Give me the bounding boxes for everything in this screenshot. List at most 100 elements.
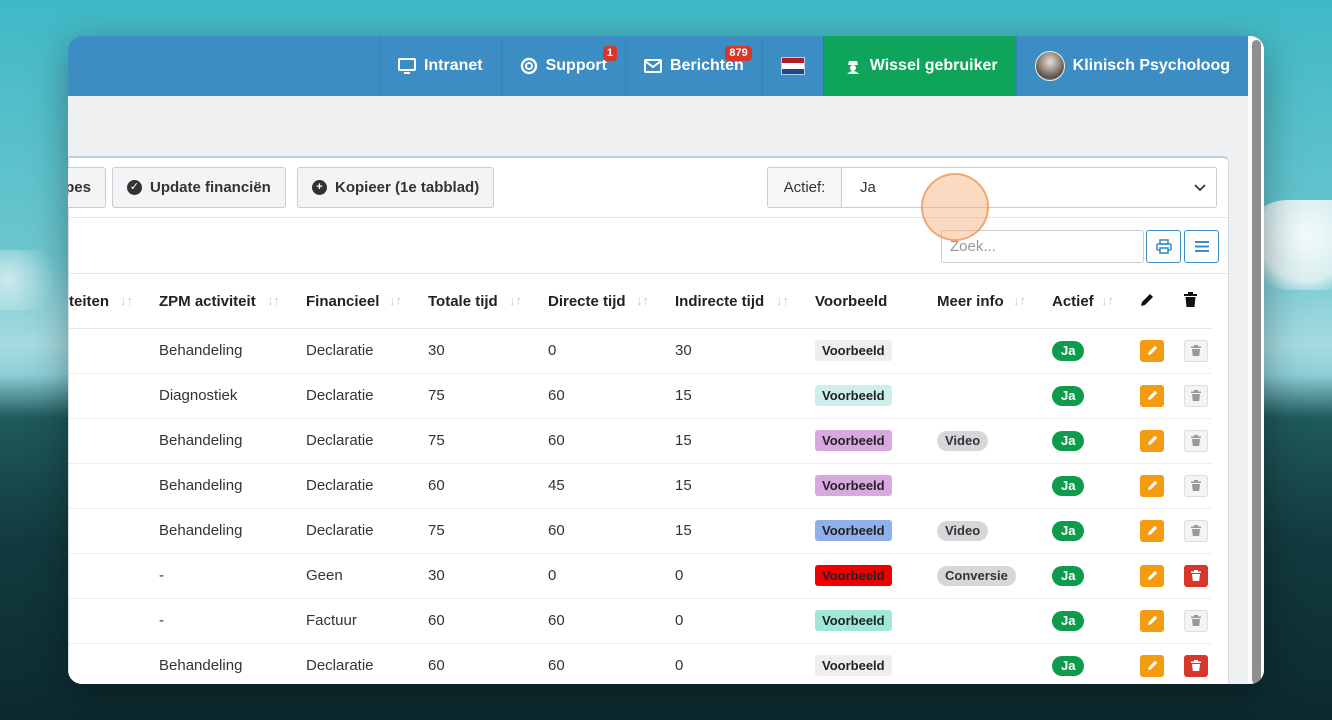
delete-button[interactable]: [1184, 474, 1208, 497]
groups-button[interactable]: pes: [68, 167, 106, 208]
col-header[interactable]: Financieel ↓↑: [292, 276, 414, 329]
table-row[interactable]: Diagnostiek Declaratie 75 60 15 Voorbeel…: [69, 373, 1212, 419]
col-header[interactable]: Meer info ↓↑: [923, 276, 1038, 329]
delete-button[interactable]: [1184, 654, 1208, 677]
edit-button[interactable]: [1140, 384, 1164, 407]
toolbar: pes ✓ Update financiën + Kopieer (1e tab…: [68, 158, 1228, 218]
update-financien-button[interactable]: ✓ Update financiën: [112, 167, 286, 208]
cell-actief: Ja: [1038, 598, 1126, 644]
trash-icon: [1191, 345, 1201, 356]
delete-button[interactable]: [1184, 429, 1208, 452]
cell-edit: [1126, 553, 1172, 599]
pencil-icon: [1147, 480, 1157, 490]
table-header-row: teiten ↓↑ ZPM activiteit ↓↑ Financieel ↓↑ T…: [69, 276, 1212, 329]
col-header-label: Meer info: [937, 293, 1004, 311]
col-header[interactable]: teiten ↓↑: [69, 276, 145, 329]
cell-actief: Ja: [1038, 643, 1126, 684]
col-header[interactable]: Actief ↓↑: [1038, 276, 1126, 329]
cell-totale-tijd: 75: [414, 508, 534, 554]
sort-icon: ↓↑: [776, 293, 789, 309]
edit-button[interactable]: [1140, 564, 1164, 587]
cell-directe-tijd: 60: [534, 373, 661, 419]
edit-button[interactable]: [1140, 519, 1164, 542]
nav-wissel-gebruiker[interactable]: Wissel gebruiker: [822, 36, 1016, 96]
pencil-icon: [1147, 570, 1157, 580]
cell-activiteiten: [69, 463, 145, 509]
col-header-label: Actief: [1052, 293, 1094, 311]
cell-delete: [1172, 373, 1212, 419]
sort-icon: ↓↑: [1101, 293, 1114, 309]
table-row[interactable]: Behandeling Declaratie 75 60 15 Voorbeel…: [69, 508, 1212, 554]
col-header-label: Financieel: [306, 293, 380, 311]
col-header[interactable]: Directe tijd ↓↑: [534, 276, 661, 329]
table-row[interactable]: - Factuur 60 60 0 Voorbeeld Ja: [69, 598, 1212, 644]
actief-badge: Ja: [1052, 385, 1085, 406]
nav-user-menu[interactable]: Klinisch Psycholoog: [1015, 36, 1248, 96]
plus-circle-icon: +: [312, 180, 327, 195]
cell-edit: [1126, 463, 1172, 509]
table-row[interactable]: Behandeling Declaratie 75 60 15 Voorbeel…: [69, 418, 1212, 464]
meer-info-pill[interactable]: Conversie: [937, 565, 1016, 586]
table-row[interactable]: Behandeling Declaratie 60 45 15 Voorbeel…: [69, 463, 1212, 509]
nav-intranet-label: Intranet: [423, 57, 483, 74]
edit-button[interactable]: [1140, 609, 1164, 632]
meer-info-pill[interactable]: Video: [937, 430, 989, 451]
cell-indirecte-tijd: 30: [661, 328, 801, 374]
voorbeeld-tag: Voorbeeld: [815, 475, 892, 496]
print-button[interactable]: [1146, 230, 1181, 263]
nav-support[interactable]: Support 1: [500, 36, 625, 96]
nav-berichten[interactable]: Berichten 879: [624, 36, 762, 96]
actief-select[interactable]: Ja: [842, 168, 1216, 207]
pencil-icon: [1147, 345, 1157, 355]
table-row[interactable]: Behandeling Declaratie 30 0 30 Voorbeeld…: [69, 328, 1212, 374]
columns-menu-button[interactable]: [1184, 230, 1219, 263]
cell-activiteiten: [69, 418, 145, 464]
scrollbar-thumb[interactable]: [1252, 40, 1261, 684]
col-header[interactable]: Totale tijd ↓↑: [414, 276, 534, 329]
delete-button[interactable]: [1184, 519, 1208, 542]
col-header[interactable]: ZPM activiteit ↓↑: [145, 276, 292, 329]
table-row[interactable]: Behandeling Declaratie 60 60 0 Voorbeeld…: [69, 643, 1212, 684]
pencil-icon: [1147, 390, 1157, 400]
edit-button[interactable]: [1140, 474, 1164, 497]
delete-button[interactable]: [1184, 339, 1208, 362]
update-financien-label: Update financiën: [150, 179, 271, 196]
cell-activiteiten: [69, 598, 145, 644]
kopieer-button[interactable]: + Kopieer (1e tabblad): [297, 167, 495, 208]
trash-icon: [1191, 570, 1201, 581]
edit-button[interactable]: [1140, 654, 1164, 677]
nav-intranet[interactable]: Intranet: [378, 36, 501, 96]
actief-select-value: Ja: [860, 179, 876, 196]
menu-icon: [1194, 241, 1209, 252]
language-flag[interactable]: [761, 36, 823, 96]
search-input[interactable]: Zoek...: [941, 230, 1144, 263]
delete-button[interactable]: [1184, 384, 1208, 407]
nav-support-label: Support: [545, 57, 607, 74]
delete-button[interactable]: [1184, 609, 1208, 632]
delete-button[interactable]: [1184, 564, 1208, 587]
scrollbar[interactable]: [1248, 36, 1264, 684]
meer-info-pill[interactable]: Video: [937, 520, 989, 541]
actief-badge: Ja: [1052, 430, 1085, 451]
envelope-icon: [643, 59, 662, 73]
sort-icon: ↓↑: [509, 293, 522, 309]
cell-directe-tijd: 45: [534, 463, 661, 509]
col-header-label: Indirecte tijd: [675, 293, 765, 311]
nav-wissel-label: Wissel gebruiker: [869, 57, 998, 74]
table-row[interactable]: - Geen 30 0 0 Voorbeeld Conversie Ja: [69, 553, 1212, 599]
col-header-label: Directe tijd: [548, 293, 626, 311]
edit-button[interactable]: [1140, 429, 1164, 452]
cell-voorbeeld: Voorbeeld: [801, 508, 923, 554]
col-header[interactable]: Indirecte tijd ↓↑: [661, 276, 801, 329]
cell-actief: Ja: [1038, 328, 1126, 374]
col-header-delete: [1172, 276, 1212, 329]
cell-edit: [1126, 643, 1172, 684]
edit-button[interactable]: [1140, 339, 1164, 362]
cell-financieel: Declaratie: [292, 373, 414, 419]
trash-icon: [1191, 525, 1201, 536]
lifebuoy-icon: [520, 57, 537, 75]
cell-zpm: -: [145, 598, 292, 644]
sort-icon: ↓↑: [267, 293, 280, 309]
monitor-icon: [397, 58, 416, 74]
cell-voorbeeld: Voorbeeld: [801, 418, 923, 464]
